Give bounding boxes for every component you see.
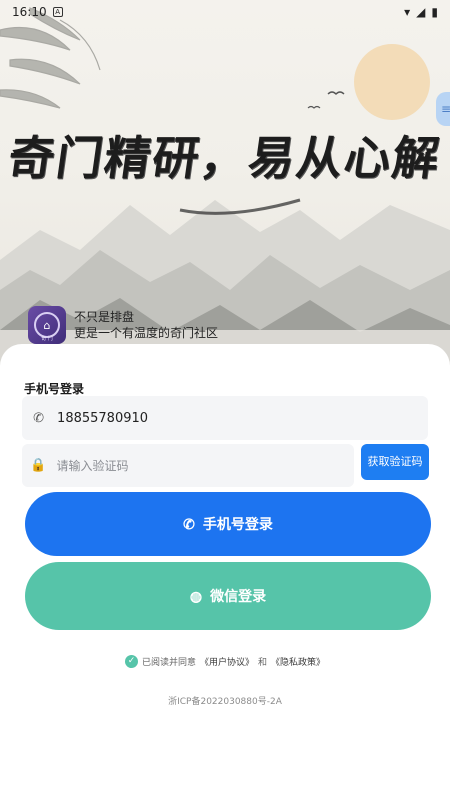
- user-agreement-link[interactable]: 《用户协议》: [200, 655, 254, 668]
- phone-input[interactable]: [55, 410, 428, 426]
- code-field: 🔒: [22, 444, 354, 487]
- phone-field: ✆: [22, 396, 428, 440]
- lock-icon: 🔒: [30, 458, 47, 473]
- status-time: 16:10: [12, 5, 47, 19]
- notification-icon: A: [52, 7, 63, 17]
- wechat-login-label: 微信登录: [210, 588, 267, 604]
- get-code-button[interactable]: 获取验证码: [361, 444, 429, 480]
- phone-login-button[interactable]: ✆ 手机号登录: [25, 492, 431, 556]
- agreement-row: ✓ 已阅读并同意 《用户协议》 和 《隐私政策》: [0, 655, 450, 668]
- hero-slogan: 奇门精研，易从心解: [4, 131, 445, 185]
- wifi-icon: ▾: [404, 5, 411, 19]
- brand-subtitle: 更是一个有温度的奇门社区: [74, 326, 219, 340]
- privacy-policy-link[interactable]: 《隐私政策》: [271, 655, 325, 668]
- brand-block: ⌂ 奇 门 不只是排盘 更是一个有温度的奇门社区: [28, 306, 218, 344]
- signal-icon: ◢: [416, 5, 426, 19]
- wechat-login-button[interactable]: ◍ 微信登录: [25, 562, 431, 630]
- phone-login-label: 手机号登录: [202, 516, 273, 532]
- app-logo: ⌂ 奇 门: [28, 306, 66, 344]
- logo-caption: 奇 门: [41, 336, 53, 342]
- section-title: 手机号登录: [24, 382, 85, 396]
- icp-record: 浙ICP备2022030880号-2A: [168, 697, 282, 707]
- side-menu-tab[interactable]: ≡: [436, 92, 450, 126]
- status-bar: 16:10 A ▾ ◢ ▮: [0, 0, 450, 24]
- agreement-and: 和: [258, 658, 268, 668]
- brand-tagline: 不只是排盘: [74, 310, 135, 324]
- login-card: 手机号登录 ✆ 🔒 获取验证码 ✆ 手机号登录 ◍ 微信登录 ✓ 已阅读并同意 …: [0, 344, 450, 800]
- menu-icon: ≡: [440, 102, 450, 116]
- phone-icon: ✆: [33, 410, 44, 426]
- hero-banner: 16:10 A ▾ ◢ ▮ ≡ 奇门精研，易从心解 ⌂ 奇 门 不只是排盘 更是…: [0, 0, 450, 372]
- phone-icon: ✆: [183, 515, 195, 532]
- verification-code-input[interactable]: [54, 458, 354, 473]
- agree-checkbox[interactable]: ✓: [124, 655, 138, 668]
- wechat-icon: ◍: [189, 587, 203, 604]
- agreement-prefix: 已阅读并同意: [141, 658, 196, 668]
- battery-icon: ▮: [431, 5, 438, 19]
